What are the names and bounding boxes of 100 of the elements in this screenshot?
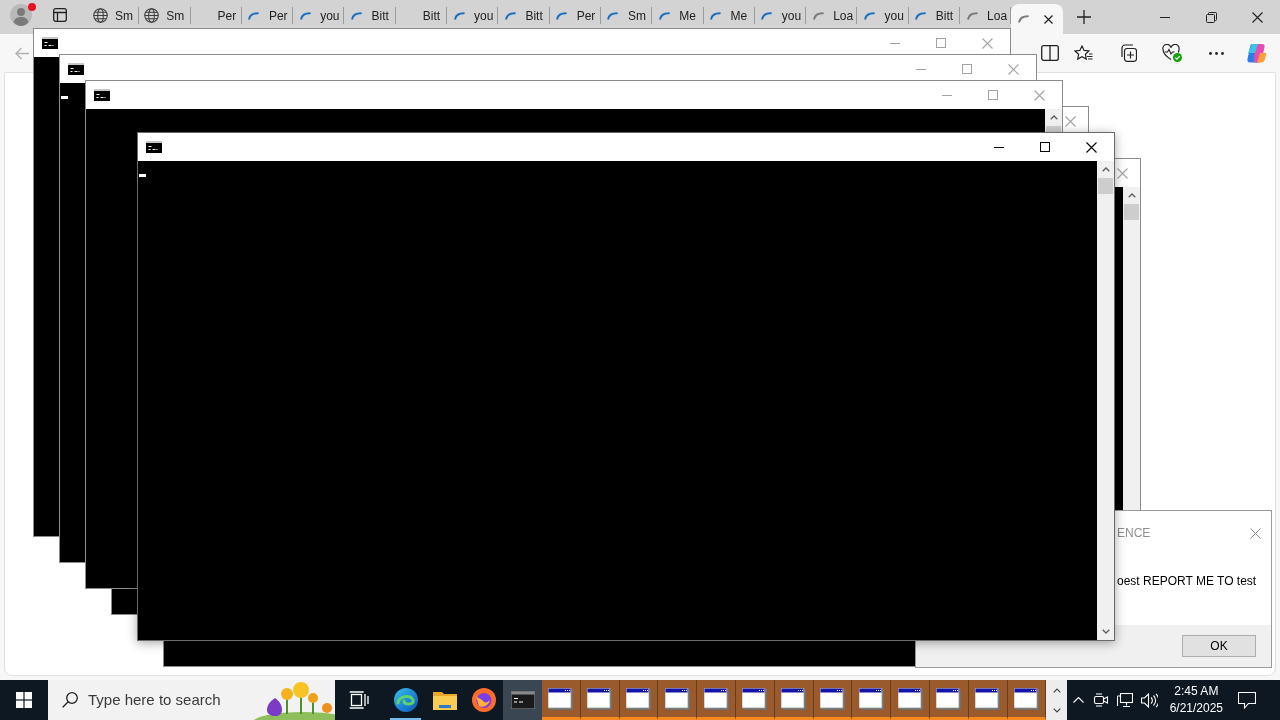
ok-button[interactable]: OK	[1182, 635, 1256, 657]
scroll-thumb[interactable]	[1098, 178, 1113, 194]
minimize-icon	[1160, 16, 1170, 18]
taskbar-window-button[interactable]	[891, 680, 930, 720]
window-icon	[819, 687, 845, 710]
close-icon	[1251, 11, 1263, 23]
taskbar-window-button[interactable]	[813, 680, 853, 720]
window-icon	[587, 687, 613, 710]
taskbar-window-button[interactable]	[697, 680, 736, 720]
volume-icon	[1140, 692, 1158, 708]
close-tab-button[interactable]	[1041, 12, 1056, 26]
copilot-icon	[1246, 43, 1268, 63]
dialog-message: oest REPORT ME TO test	[1117, 574, 1258, 588]
spinner-icon	[812, 11, 824, 20]
browser-tab[interactable]: Sm	[600, 3, 653, 28]
camera-icon	[1093, 693, 1110, 707]
spinner-icon	[299, 11, 311, 20]
close-icon	[1249, 527, 1261, 539]
chevron-up-icon	[1049, 115, 1058, 120]
search-icon	[62, 692, 78, 708]
restore-icon	[1205, 11, 1217, 23]
search-box[interactable]: Type here to search	[48, 680, 335, 720]
taskbar-window-button[interactable]	[929, 680, 969, 720]
taskbar-window-button[interactable]	[542, 680, 581, 720]
browser-tab[interactable]: Bitt	[908, 3, 961, 28]
clock[interactable]: 2:45 AM 6/21/2025	[1165, 680, 1228, 720]
taskbar-window-button[interactable]	[658, 680, 698, 720]
browser-tab[interactable]: Bitt	[344, 3, 396, 28]
scroll-thumb[interactable]	[1124, 204, 1139, 220]
close-icon	[1065, 115, 1076, 127]
spinner-icon	[556, 11, 568, 20]
chevron-down-icon	[1101, 629, 1110, 634]
heart-pulse-icon	[1162, 44, 1182, 62]
dialog-title: ENCE	[1117, 525, 1151, 542]
chevron-up-icon	[1072, 697, 1084, 703]
taskbar-window-button[interactable]	[736, 680, 775, 720]
browser-tab[interactable]: Sm	[88, 3, 140, 28]
console-icon	[42, 37, 58, 49]
spinner-icon	[915, 11, 927, 20]
globe-icon	[92, 8, 108, 23]
console-icon	[68, 63, 84, 75]
close-icon	[1043, 14, 1053, 24]
spinner-icon	[1017, 15, 1029, 23]
browser-tab[interactable]: Sm	[139, 3, 191, 28]
avatar-icon	[10, 4, 32, 26]
chevron-down-icon	[1052, 707, 1061, 713]
task-view-icon	[349, 691, 369, 709]
spinner-icon	[504, 11, 516, 20]
collections-icon	[1119, 44, 1137, 62]
scrollbar[interactable]	[1097, 161, 1114, 640]
back-arrow-icon	[15, 46, 29, 60]
taskbar-app-button[interactable]	[503, 680, 542, 720]
spinner-icon	[658, 11, 670, 20]
close-icon	[1007, 63, 1019, 75]
browser-tab[interactable]: Per	[190, 3, 242, 28]
window-icon	[936, 687, 962, 710]
browser-tab[interactable]: Bitt	[395, 3, 448, 28]
browser-tab[interactable]: you	[857, 3, 909, 28]
browser-tab[interactable]: Me	[652, 3, 704, 28]
folder-icon	[432, 690, 457, 710]
tab-actions-icon	[53, 8, 67, 22]
window-icon	[858, 687, 884, 710]
plus-icon	[1077, 10, 1092, 24]
window-icon	[975, 687, 1001, 710]
taskbar-window-button[interactable]	[619, 680, 659, 720]
notification-dot-icon	[28, 3, 36, 11]
spinner-icon	[863, 11, 875, 20]
taskbar-window-button[interactable]	[580, 680, 620, 720]
browser-tab[interactable]: Loa	[960, 3, 1012, 28]
browser-tab[interactable]: you	[293, 3, 345, 28]
windows-logo-icon	[16, 692, 32, 708]
browser-tab[interactable]: Bitt	[498, 3, 550, 28]
spinner-icon	[248, 11, 260, 20]
minimize-icon	[994, 146, 1004, 148]
spinner-icon	[453, 11, 465, 20]
spinner-icon	[351, 11, 362, 20]
globe-icon	[143, 8, 159, 23]
browser-tab[interactable]: Per	[241, 3, 294, 28]
chevron-up-icon	[1101, 167, 1110, 172]
taskbar-window-button[interactable]	[1007, 680, 1047, 720]
browser-tab[interactable]: Me	[703, 3, 755, 28]
chevron-up-icon	[1052, 687, 1061, 693]
browser-tab[interactable]: you	[447, 3, 499, 28]
spinner-icon	[607, 11, 619, 20]
browser-tab[interactable]: Loa	[806, 3, 858, 28]
close-icon	[1117, 167, 1128, 179]
taskbar-window-button[interactable]	[968, 680, 1008, 720]
window-icon	[703, 687, 729, 710]
network-icon	[1117, 692, 1134, 708]
window-icon	[897, 687, 923, 710]
chevron-up-icon	[1127, 193, 1136, 198]
taskbar-window-button[interactable]	[852, 680, 892, 720]
browser-tab[interactable]: Per	[549, 3, 601, 28]
spinner-icon	[710, 11, 722, 20]
console-icon	[94, 89, 110, 101]
browser-tab[interactable]: you	[754, 3, 807, 28]
search-input[interactable]: Type here to search	[88, 688, 238, 712]
taskbar-window-button[interactable]	[774, 680, 814, 720]
spinner-icon	[761, 11, 773, 20]
maximize-icon	[962, 64, 972, 74]
